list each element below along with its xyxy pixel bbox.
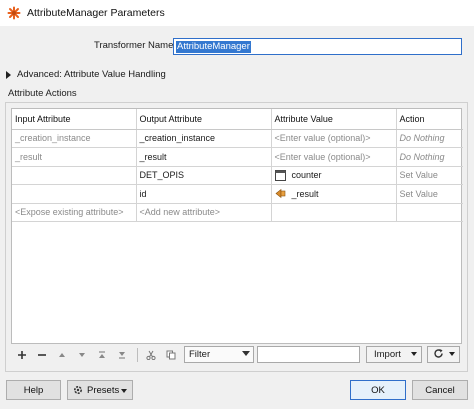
move-down-icon[interactable] <box>75 347 89 363</box>
import-button-label: Import <box>374 349 401 360</box>
input-attribute-cell[interactable] <box>12 166 137 185</box>
attribute-value-cell[interactable]: _result <box>271 184 397 204</box>
attribute-value-cell[interactable]: <Enter value (optional)> <box>271 147 397 167</box>
cancel-button[interactable]: Cancel <box>412 380 468 400</box>
input-attribute-cell[interactable] <box>12 184 137 204</box>
output-attribute-cell[interactable]: _result <box>136 147 272 167</box>
cut-icon[interactable] <box>144 347 158 363</box>
attribute-value-icon <box>275 188 286 199</box>
input-attribute-cell[interactable]: _creation_instance <box>12 129 137 148</box>
chevron-down-icon <box>411 352 417 356</box>
attribute-actions-title: Attribute Actions <box>8 88 77 99</box>
move-bottom-icon[interactable] <box>115 347 129 363</box>
fme-app-icon <box>7 6 21 20</box>
transformer-name-label: Transformer Name: <box>94 40 176 51</box>
attribute-value-cell[interactable]: <Enter value (optional)> <box>271 129 397 148</box>
table-row[interactable]: <Expose existing attribute> <Add new att… <box>12 203 463 222</box>
filter-input[interactable] <box>257 346 360 363</box>
table-toolbar: Filter Import <box>11 344 462 366</box>
column-header-output[interactable]: Output Attribute <box>136 109 272 130</box>
refresh-button[interactable] <box>427 346 460 363</box>
title-bar: AttributeManager Parameters <box>0 0 474 26</box>
action-cell[interactable]: Set Value <box>396 166 463 185</box>
chevron-down-icon <box>449 352 455 356</box>
output-attribute-cell[interactable]: id <box>136 184 272 204</box>
filter-dropdown[interactable]: Filter <box>184 346 254 363</box>
table-row[interactable]: DET_OPIS counter Set Value <box>12 166 463 185</box>
dialog-body: Transformer Name: AttributeManager Advan… <box>0 26 474 409</box>
toolbar-divider <box>137 348 138 362</box>
column-header-input[interactable]: Input Attribute <box>12 109 137 130</box>
column-header-action[interactable]: Action <box>396 109 463 130</box>
table-row[interactable]: _result _result <Enter value (optional)>… <box>12 147 463 167</box>
output-attribute-cell[interactable]: DET_OPIS <box>136 166 272 185</box>
transformer-name-row: Transformer Name: AttributeManager <box>0 38 474 56</box>
action-cell[interactable]: Do Nothing <box>396 129 463 148</box>
add-attribute-cell[interactable]: <Add new attribute> <box>136 203 272 222</box>
help-button[interactable]: Help <box>6 380 61 400</box>
dialog-button-bar: Help Presets OK Cancel <box>0 380 474 404</box>
gear-icon <box>72 384 84 396</box>
transformer-name-input[interactable]: AttributeManager <box>173 38 462 55</box>
presets-button[interactable]: Presets <box>67 380 133 400</box>
transformer-name-value: AttributeManager <box>176 40 251 53</box>
counter-function-icon <box>274 169 286 181</box>
attribute-value-text: counter <box>291 170 322 181</box>
advanced-section-label: Advanced: Attribute Value Handling <box>17 69 166 80</box>
output-attribute-cell[interactable]: _creation_instance <box>136 129 272 148</box>
table-row[interactable]: id _result Set Value <box>12 184 463 204</box>
table-row[interactable]: _creation_instance _creation_instance <E… <box>12 129 463 148</box>
refresh-icon <box>433 348 444 362</box>
presets-button-label: Presets <box>87 384 120 396</box>
attribute-value-text: _result <box>291 188 319 199</box>
ok-button[interactable]: OK <box>350 380 406 400</box>
import-button[interactable]: Import <box>366 346 422 363</box>
attribute-table: Input Attribute Output Attribute Attribu… <box>11 108 463 344</box>
chevron-down-icon <box>121 389 127 393</box>
action-cell[interactable]: Do Nothing <box>396 147 463 167</box>
move-up-icon[interactable] <box>55 347 69 363</box>
column-header-value[interactable]: Attribute Value <box>271 109 397 130</box>
advanced-section-toggle[interactable]: Advanced: Attribute Value Handling <box>6 69 166 80</box>
remove-icon[interactable] <box>35 347 49 363</box>
expose-attribute-cell[interactable]: <Expose existing attribute> <box>12 203 137 222</box>
copy-icon[interactable] <box>164 347 178 363</box>
action-cell[interactable] <box>396 203 463 222</box>
add-icon[interactable] <box>15 347 29 363</box>
attribute-value-cell[interactable]: counter <box>271 166 397 185</box>
table-header-row: Input Attribute Output Attribute Attribu… <box>12 109 463 130</box>
move-top-icon[interactable] <box>95 347 109 363</box>
expand-arrow-icon[interactable] <box>6 70 11 79</box>
input-attribute-cell[interactable]: _result <box>12 147 137 167</box>
window-title: AttributeManager Parameters <box>27 7 165 19</box>
attribute-value-cell[interactable] <box>271 203 397 222</box>
chevron-down-icon <box>242 351 250 356</box>
filter-dropdown-label: Filter <box>189 349 211 360</box>
action-cell[interactable]: Set Value <box>396 184 463 204</box>
